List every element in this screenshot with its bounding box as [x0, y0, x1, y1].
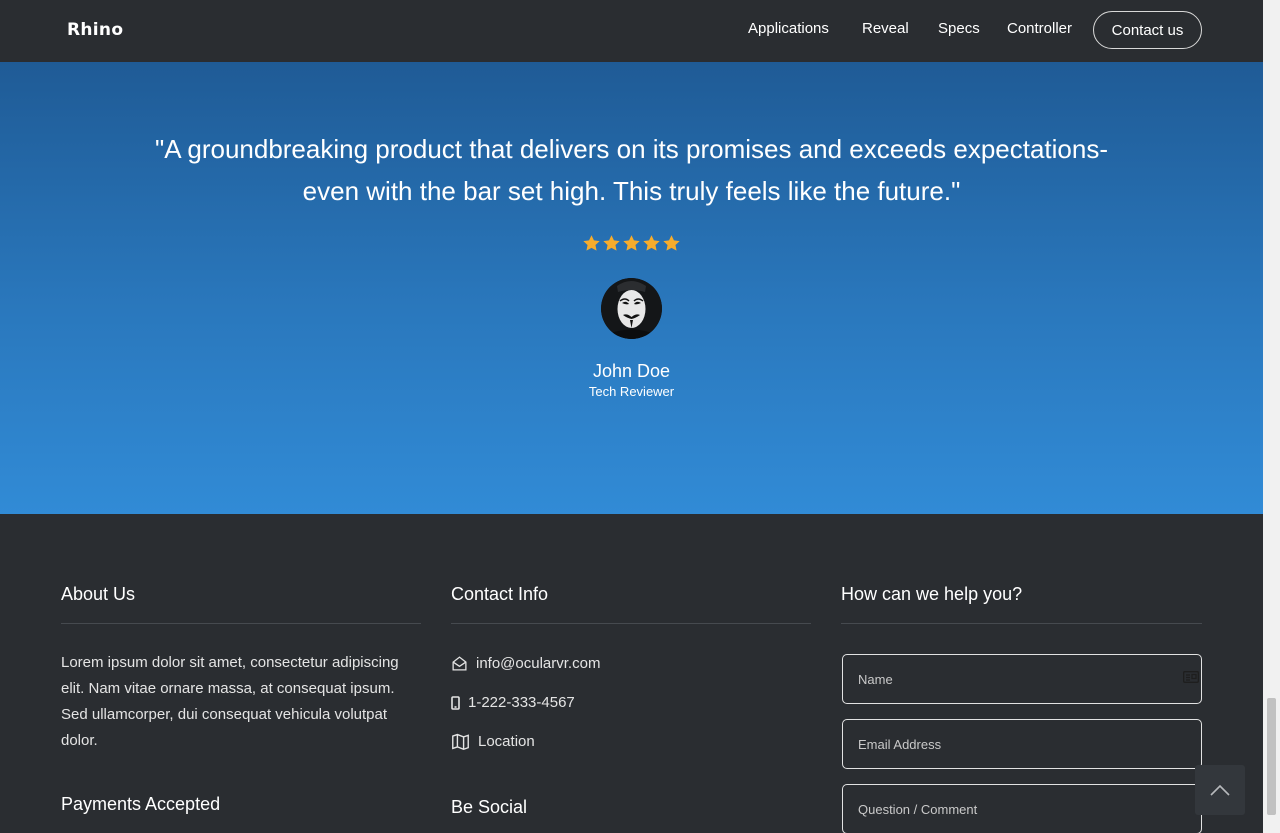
- star-icon: [583, 235, 600, 251]
- help-heading: How can we help you?: [841, 584, 1023, 604]
- reviewer-name: John Doe: [592, 361, 671, 381]
- top-navbar: Rhino Applications Reveal Specs Controll…: [0, 0, 1263, 62]
- star-icon: [643, 235, 660, 251]
- nav-link-reveal[interactable]: Reveal: [862, 20, 909, 37]
- star-icon: [623, 235, 640, 251]
- quote-line-1: "A groundbreaking product that delivers …: [155, 134, 1108, 164]
- star-rating: [582, 234, 682, 253]
- payments-heading: Payments Accepted: [61, 794, 221, 814]
- contact-location[interactable]: Location: [451, 733, 535, 750]
- mobile-phone-icon: [451, 695, 460, 710]
- about-text: Lorem ipsum dolor sit amet, consectetur …: [61, 654, 399, 749]
- contact-location-text[interactable]: Location: [478, 733, 535, 750]
- nav-link-controller[interactable]: Controller: [1007, 20, 1072, 37]
- testimonial-section: "A groundbreaking product that delivers …: [0, 62, 1263, 514]
- reviewer-avatar: [601, 278, 662, 339]
- email-field[interactable]: [842, 719, 1202, 769]
- nav-link-applications[interactable]: Applications: [748, 20, 829, 37]
- contact-us-button[interactable]: Contact us: [1093, 11, 1202, 49]
- nav-link-specs[interactable]: Specs: [938, 20, 980, 37]
- page-scrollbar[interactable]: [1263, 0, 1280, 833]
- name-field[interactable]: [842, 654, 1202, 704]
- brand-logo[interactable]: Rhino: [67, 20, 123, 40]
- contact-card-icon: [1183, 671, 1199, 683]
- reviewer-role: Tech Reviewer: [588, 384, 675, 399]
- scrollbar-thumb[interactable]: [1267, 698, 1276, 815]
- about-heading: About Us: [61, 584, 136, 604]
- star-icon: [663, 235, 680, 251]
- back-to-top-button[interactable]: [1195, 765, 1245, 815]
- star-icon: [603, 235, 620, 251]
- envelope-open-icon: [452, 656, 467, 671]
- be-social-heading: Be Social: [451, 797, 528, 817]
- chevron-up-icon: [1210, 784, 1230, 796]
- contact-email[interactable]: info@ocularvr.com: [451, 655, 600, 672]
- map-icon: [452, 733, 469, 750]
- contact-phone-text[interactable]: 1-222-333-4567: [468, 694, 575, 711]
- question-field[interactable]: [842, 784, 1202, 833]
- contact-email-text[interactable]: info@ocularvr.com: [476, 655, 600, 672]
- testimonial-quote: "A groundbreaking product that delivers …: [0, 128, 1263, 212]
- quote-line-2: even with the bar set high. This truly f…: [302, 176, 961, 206]
- contact-divider: [451, 623, 811, 624]
- contact-info-heading: Contact Info: [451, 584, 549, 604]
- help-divider: [841, 623, 1202, 624]
- about-divider: [61, 623, 421, 624]
- contact-phone[interactable]: 1-222-333-4567: [451, 694, 575, 711]
